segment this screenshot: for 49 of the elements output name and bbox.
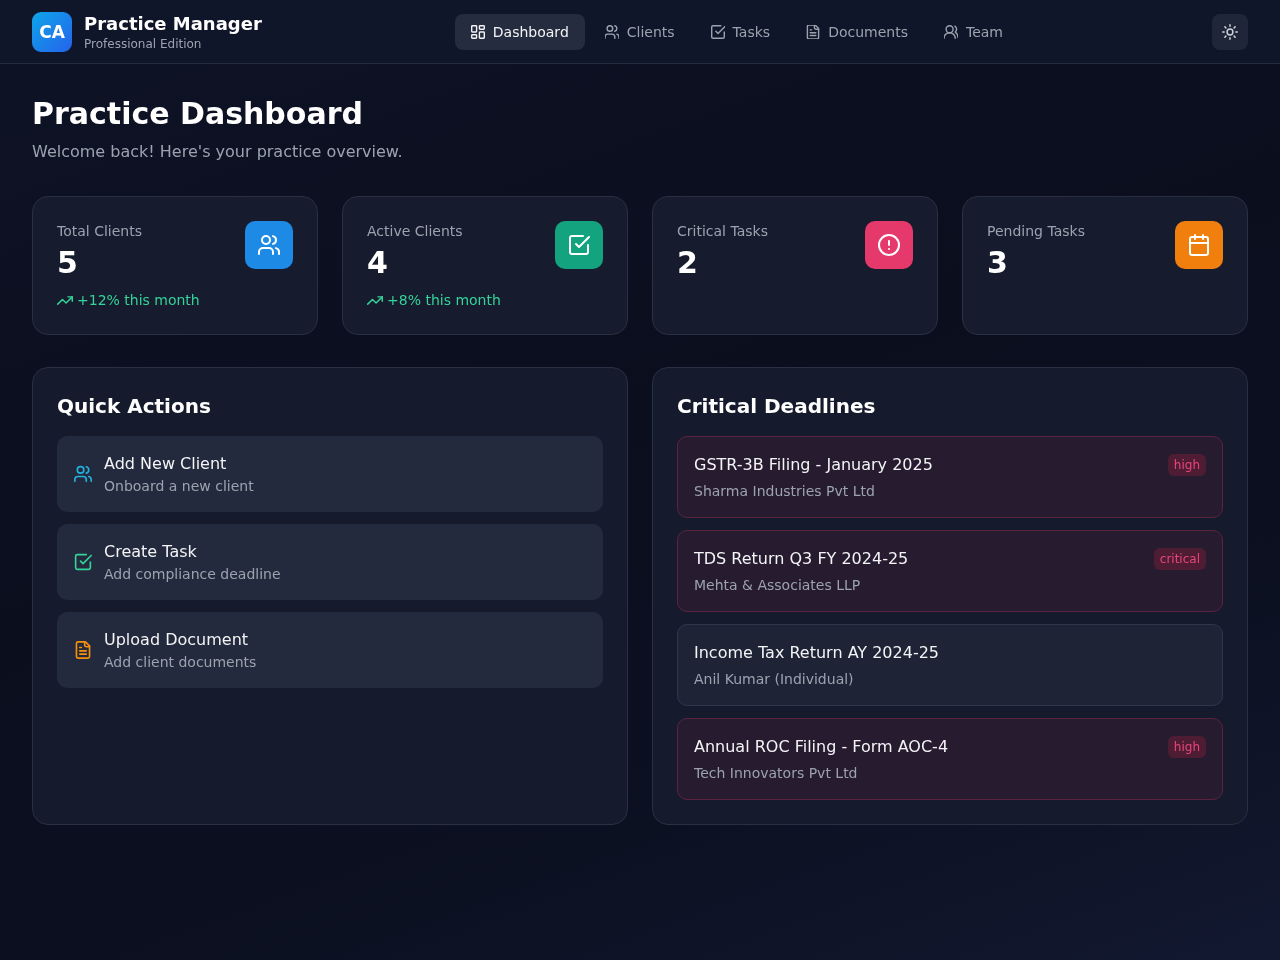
trend-text: +12% this month <box>77 291 200 310</box>
stat-label: Critical Tasks <box>677 222 768 241</box>
checkbox-icon <box>710 24 725 39</box>
theme-toggle-button[interactable] <box>1212 13 1248 50</box>
priority-badge: high <box>1167 454 1206 476</box>
stat-value: 2 <box>677 244 699 282</box>
stat-value: 3 <box>987 244 1009 282</box>
sun-icon <box>1222 23 1238 40</box>
deadline-card[interactable]: Income Tax Return AY 2024-25 Anil Kumar (Individual) <box>677 624 1223 706</box>
page-subtitle: Welcome back! Here's your practice overview. <box>32 141 404 163</box>
users-icon <box>604 24 619 39</box>
deadline-title: GSTR-3B Filing - January 2025 <box>694 454 933 476</box>
quick-action-button[interactable]: Add New Client Onboard a new client <box>57 436 603 512</box>
deadline-card[interactable]: TDS Return Q3 FY 2024-25 Mehta & Associates LLP critical <box>677 530 1223 612</box>
trend-up-icon <box>367 295 383 305</box>
panel-title: Quick Actions <box>57 393 212 420</box>
app-title: Practice Manager <box>84 11 262 36</box>
deadline-card[interactable]: Annual ROC Filing - Form AOC-4 Tech Innovators Pvt Ltd high <box>677 718 1223 800</box>
deadline-client: Sharma Industries Pvt Ltd <box>694 482 876 501</box>
priority-badge: high <box>1167 736 1206 758</box>
deadline-title: Income Tax Return AY 2024-25 <box>694 642 940 664</box>
trend-up-icon <box>57 295 73 305</box>
nav-tab[interactable]: Documents <box>790 13 924 50</box>
nav-tab[interactable]: Tasks <box>694 13 787 50</box>
priority-badge: critical <box>1153 548 1206 570</box>
deadline-client: Anil Kumar (Individual) <box>694 670 855 689</box>
logo-mark: CA <box>32 11 72 52</box>
stat-label: Total Clients <box>57 222 143 241</box>
deadline-title: Annual ROC Filing - Form AOC-4 <box>694 736 949 758</box>
stat-label: Pending Tasks <box>987 222 1085 241</box>
deadline-client: Tech Innovators Pvt Ltd <box>694 764 859 783</box>
deadline-title: TDS Return Q3 FY 2024-25 <box>694 548 909 570</box>
document-icon <box>806 24 821 39</box>
stat-label: Active Clients <box>367 222 464 241</box>
panel-title: Critical Deadlines <box>677 393 877 420</box>
stat-value: 4 <box>367 244 389 282</box>
deadline-client: Mehta & Associates LLP <box>694 576 862 595</box>
deadline-card[interactable]: GSTR-3B Filing - January 2025 Sharma Industries Pvt Ltd high <box>677 436 1223 518</box>
stat-value: 5 <box>57 244 79 282</box>
nav-tab[interactable]: Clients <box>588 13 691 50</box>
nav-tab[interactable]: Dashboard <box>454 13 585 50</box>
page-title: Practice Dashboard <box>32 96 364 132</box>
trend-text: +8% this month <box>387 291 501 310</box>
people-icon <box>943 24 958 39</box>
quick-action-button[interactable]: Create Task Add compliance deadline <box>57 524 603 600</box>
app-subtitle: Professional Edition <box>84 35 203 52</box>
layout-icon <box>470 24 485 39</box>
quick-action-button[interactable]: Upload Document Add client documents <box>57 612 603 688</box>
nav-tab[interactable]: Team <box>927 13 1019 50</box>
